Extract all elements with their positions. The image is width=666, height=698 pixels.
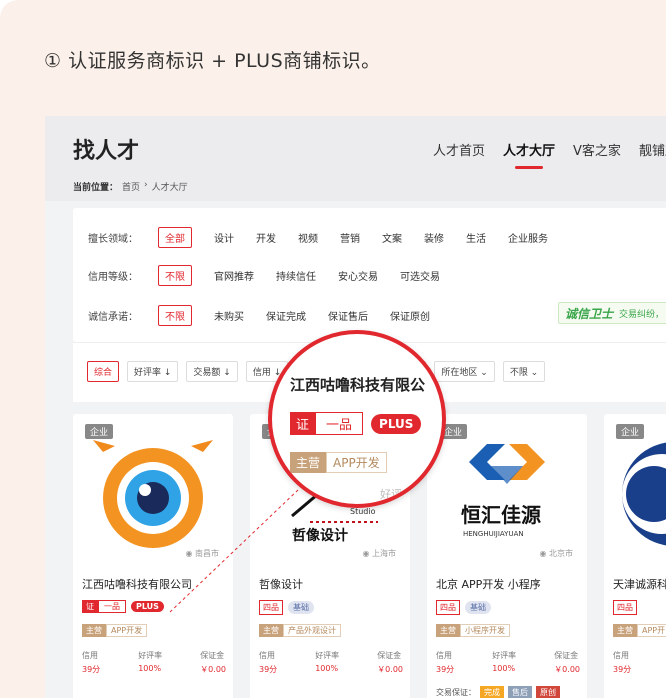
provider-name[interactable]: 天津诚源科 [613, 576, 666, 592]
provider-card[interactable]: 企业 天津诚源科 四品 主营 APP开 信用 39分 [604, 414, 666, 698]
stats-row: 信用 39分 好评率 100% 保证金 ￥0.00 [436, 651, 580, 674]
provider-card[interactable]: 恒汇佳源 HENGHUIJIAYUAN 企业 ◉ 北京市 北京 APP开发 小程… [427, 414, 587, 698]
trade-guarantee: 交易保证： 完成 售后 原创 [436, 686, 560, 698]
limit-select[interactable]: 不限 ⌄ [502, 361, 546, 382]
filter-panel: 擅长领域： 全部 设计 开发 视频 营销 文案 装修 生活 企业服务 信用等级：… [73, 208, 666, 342]
filter-row-credit: 信用等级： 不限 官网推荐 持续信任 安心交易 可选交易 [88, 265, 462, 286]
magnified-tags: 证一品 PLUS [290, 412, 422, 435]
breadcrumb-sep: › [144, 180, 148, 190]
provider-name[interactable]: 江西咕噜科技有限公司 [82, 576, 192, 592]
level-tag: 四品 [259, 600, 283, 615]
plus-tag: PLUS [371, 413, 422, 434]
guard-text: 交易纠纷， [619, 309, 665, 320]
magnified-title: 江西咕噜科技有限公 [290, 376, 426, 394]
provider-name[interactable]: 哲像设计 [259, 576, 303, 592]
provider-card[interactable]: 企业 ◉ 南昌市 江西咕噜科技有限公司 证一品 PLUS 主营 APP开发 信用 3… [73, 414, 233, 698]
sort-rating[interactable]: 好评率 ↓ [127, 361, 179, 382]
filter-option[interactable]: 营销 [340, 230, 360, 245]
level-tag: 四品 [613, 600, 637, 615]
filter-option[interactable]: 未购买 [214, 308, 244, 323]
nav-hall[interactable]: 人才大厅 [503, 140, 555, 169]
stats-row: 信用 39分 好评率 100% 保证金 ￥0.00 [259, 651, 403, 674]
plus-tag: PLUS [131, 601, 164, 612]
provider-name[interactable]: 北京 APP开发 小程序 [436, 576, 541, 592]
svg-text:恒汇佳源: 恒汇佳源 [461, 503, 541, 527]
filter-option[interactable]: 官网推荐 [214, 268, 254, 283]
stats-row: 信用 39分 [613, 651, 632, 674]
enterprise-badge: 企业 [616, 424, 645, 439]
magnifier-callout: 江西咕噜科技有限公 证一品 PLUS 主营 APP开发 好评 [268, 330, 446, 508]
breadcrumb-current: 人才大厅 [151, 183, 188, 193]
location-label: ◉ 上海市 [362, 549, 396, 558]
filter-option[interactable]: 开发 [256, 230, 276, 245]
sort-volume[interactable]: 交易额 ↓ [186, 361, 238, 382]
tag-row: 四品 基础 [259, 600, 314, 615]
filter-option[interactable]: 持续信任 [276, 268, 316, 283]
level-tag: 四品 [436, 600, 460, 615]
filter-label: 诚信承诺： [88, 312, 138, 323]
guard-brand: 诚信卫士 [565, 306, 614, 321]
sort-options: 综合 好评率 ↓ 交易额 ↓ 信用 ↓ [87, 361, 289, 382]
sort-default[interactable]: 综合 [87, 361, 120, 382]
location-label: ◉ 北京市 [539, 549, 573, 558]
filter-option[interactable]: 保证完成 [266, 308, 306, 323]
filter-option[interactable]: 不限 [158, 265, 192, 286]
caption-text: ① 认证服务商标识 + PLUS商铺标识。 [44, 50, 381, 72]
magnified-main-business: 主营 APP开发 [290, 452, 387, 473]
certified-tag: 证一品 [82, 600, 126, 613]
location-label: ◉ 南昌市 [185, 549, 219, 558]
tag-row: 四品 [613, 600, 637, 615]
svg-text:哲像设计: 哲像设计 [292, 527, 348, 544]
filter-label: 擅长领域： [88, 234, 138, 245]
filter-option[interactable]: 文案 [382, 230, 402, 245]
tag-row: 证一品 PLUS [82, 600, 164, 613]
base-tag: 基础 [465, 601, 491, 614]
main-business: 主营 小程序开发 [436, 624, 510, 637]
filter-option[interactable]: 保证原创 [390, 308, 430, 323]
enterprise-badge: 企业 [85, 424, 114, 439]
certified-tag: 证一品 [290, 412, 364, 435]
filter-option[interactable]: 不限 [158, 305, 192, 326]
filter-label: 信用等级： [88, 272, 138, 283]
filter-option[interactable]: 设计 [214, 230, 234, 245]
main-business: 主营 APP开发 [82, 624, 148, 637]
location-select[interactable]: 所在地区 ⌄ [434, 361, 495, 382]
main-business: 主营 APP开 [613, 624, 666, 637]
tag-row: 四品 基础 [436, 600, 491, 615]
base-tag: 基础 [288, 601, 314, 614]
filter-option[interactable]: 生活 [466, 230, 486, 245]
integrity-guard-banner[interactable]: 诚信卫士 交易纠纷， [558, 302, 666, 324]
svg-text:HENGHUIJIAYUAN: HENGHUIJIAYUAN [463, 530, 524, 538]
filter-option[interactable]: 可选交易 [400, 268, 440, 283]
filter-option[interactable]: 安心交易 [338, 268, 378, 283]
filter-option[interactable]: 企业服务 [508, 230, 548, 245]
filter-option[interactable]: 视频 [298, 230, 318, 245]
stats-row: 信用 39分 好评率 100% 保证金 ￥0.00 [82, 651, 226, 674]
nav-vke[interactable]: V客之家 [573, 140, 621, 159]
filter-option[interactable]: 保证售后 [328, 308, 368, 323]
main-business: 主营 产品外观设计 [259, 624, 341, 637]
svg-text:Studio: Studio [350, 507, 376, 516]
breadcrumb-label: 当前位置： [73, 183, 119, 193]
nav-home[interactable]: 人才首页 [433, 140, 485, 159]
magnified-ghost-text: 好评 [380, 488, 402, 501]
filter-row-promise: 诚信承诺： 不限 未购买 保证完成 保证售后 保证原创 [88, 305, 452, 326]
site-header: 找人才 人才首页 人才大厅 V客之家 靓铺服 当前位置： 首页 › 人才大厅 [45, 116, 666, 201]
page-title: 找人才 [73, 139, 140, 164]
filter-option[interactable]: 装修 [424, 230, 444, 245]
filter-row-field: 擅长领域： 全部 设计 开发 视频 营销 文案 装修 生活 企业服务 [88, 227, 570, 248]
nav-shop[interactable]: 靓铺服 [639, 140, 666, 159]
filter-option[interactable]: 全部 [158, 227, 192, 248]
breadcrumb: 当前位置： 首页 › 人才大厅 [73, 180, 188, 193]
top-nav: 人才首页 人才大厅 V客之家 靓铺服 [433, 140, 666, 169]
breadcrumb-home[interactable]: 首页 [122, 180, 140, 193]
